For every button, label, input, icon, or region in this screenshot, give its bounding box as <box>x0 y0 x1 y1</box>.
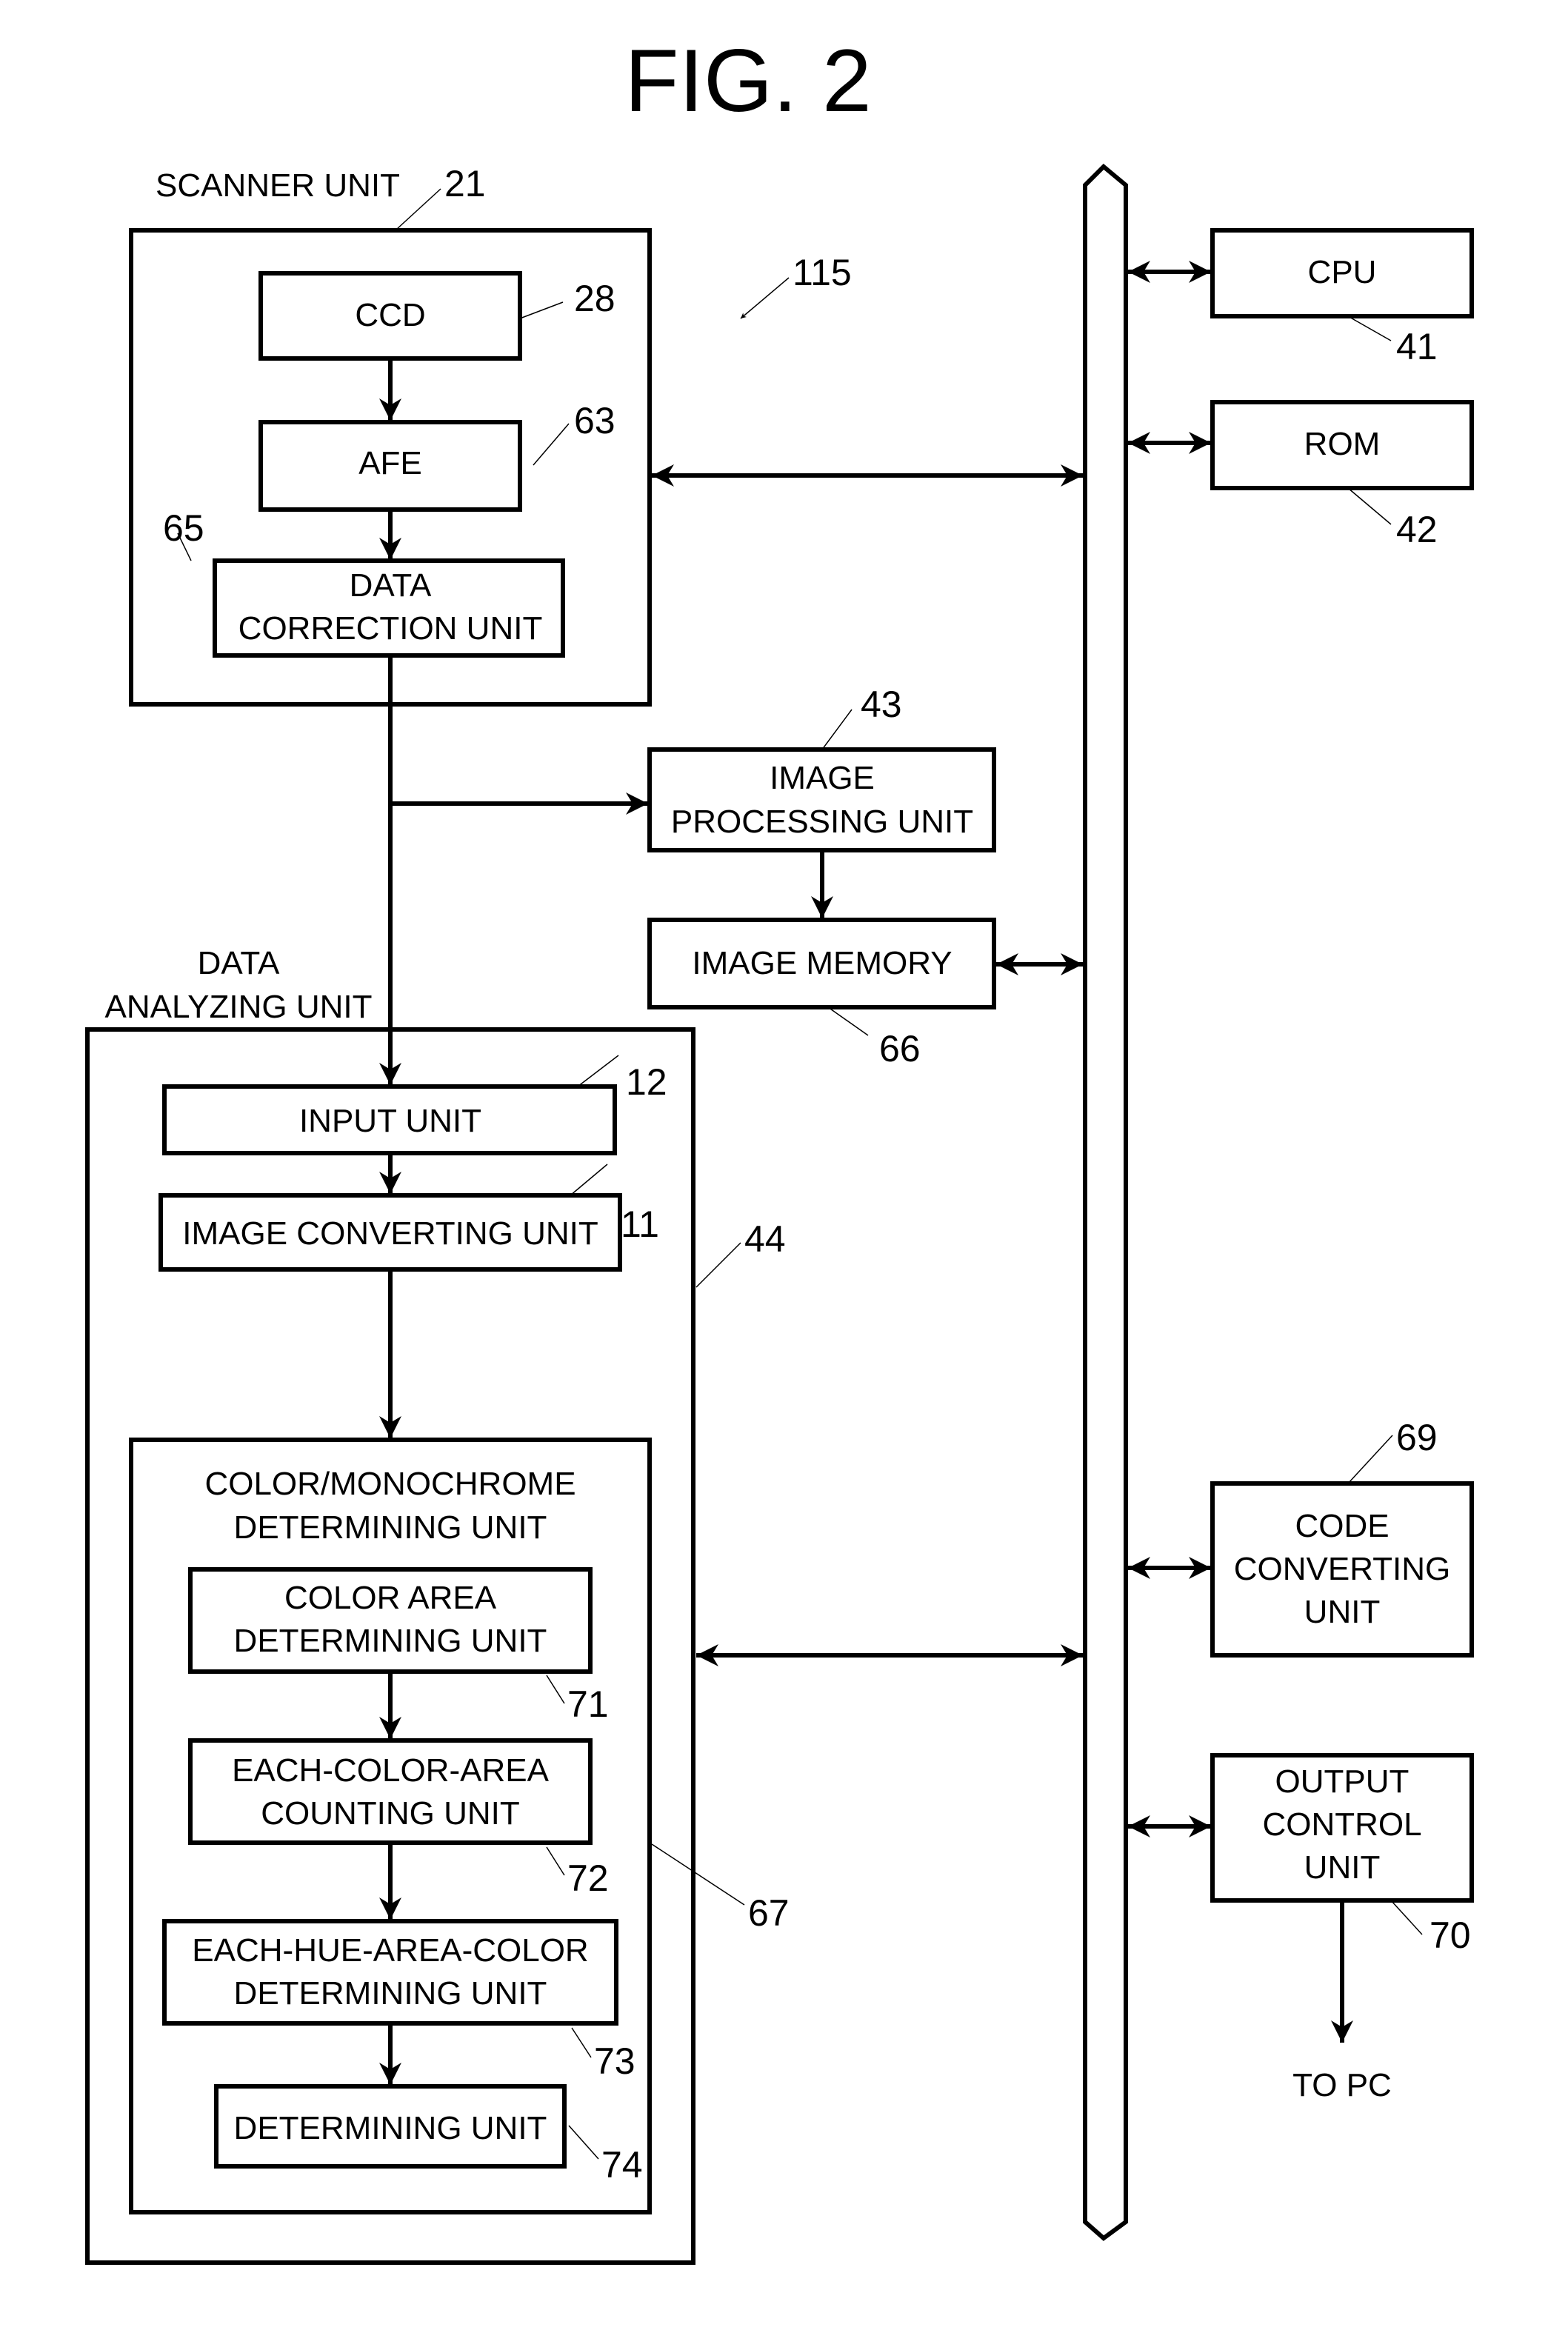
ref-74-leader <box>568 2125 599 2160</box>
image-processing-label-1: IMAGE <box>770 760 875 796</box>
ref-21: 21 <box>444 163 486 204</box>
ref-63: 63 <box>574 400 615 441</box>
ref-66-leader <box>827 1007 869 1036</box>
ref-73: 73 <box>594 2040 635 2082</box>
ref-115-arrow <box>740 277 790 319</box>
ref-43-leader <box>821 709 853 750</box>
ref-42-leader <box>1347 487 1392 525</box>
ref-66: 66 <box>879 1028 921 1069</box>
ref-12: 12 <box>626 1061 667 1103</box>
ref-69: 69 <box>1396 1417 1438 1458</box>
color-mono-label-2: DETERMINING UNIT <box>234 1509 547 1546</box>
ref-41: 41 <box>1396 326 1438 367</box>
color-area-label-1: COLOR AREA <box>284 1580 497 1616</box>
each-color-area-label-1: EACH-COLOR-AREA <box>232 1752 549 1789</box>
ref-70-leader <box>1390 1900 1423 1935</box>
color-area-label-2: DETERMINING UNIT <box>234 1623 547 1659</box>
ref-71: 71 <box>567 1683 609 1725</box>
ref-41-leader <box>1347 316 1392 341</box>
ref-72: 72 <box>567 1857 609 1899</box>
each-hue-area-label-1: EACH-HUE-AREA-COLOR <box>192 1932 588 1969</box>
color-mono-label-1: COLOR/MONOCHROME <box>204 1466 576 1502</box>
ref-42: 42 <box>1396 509 1438 550</box>
ref-73-leader <box>571 2027 592 2058</box>
ref-43: 43 <box>861 684 902 725</box>
ref-28: 28 <box>574 278 615 319</box>
block-diagram: FIG. 2 115 SCANNER UNIT 21 CCD 28 AFE 63… <box>85 31 1474 2265</box>
ref-63-leader <box>533 423 570 466</box>
output-control-label-2: CONTROL <box>1262 1806 1421 1843</box>
ref-12-leader <box>577 1055 619 1087</box>
ref-21-leader <box>396 188 441 230</box>
rom-label: ROM <box>1304 426 1381 462</box>
ref-67: 67 <box>748 1892 790 1934</box>
code-converting-label-2: CONVERTING <box>1234 1551 1451 1587</box>
ref-72-leader <box>546 1846 565 1876</box>
afe-label: AFE <box>358 445 422 481</box>
output-control-label-3: UNIT <box>1304 1849 1381 1886</box>
system-bus <box>1083 163 1128 2241</box>
ref-69-leader <box>1347 1435 1393 1484</box>
ccd-label: CCD <box>355 297 425 333</box>
to-pc-label: TO PC <box>1292 2067 1392 2103</box>
data-correction-label-1: DATA <box>350 567 432 604</box>
cpu-label: CPU <box>1308 254 1377 290</box>
ref-115: 115 <box>793 252 852 293</box>
determining-label: DETERMINING UNIT <box>234 2110 547 2146</box>
each-hue-area-label-2: DETERMINING UNIT <box>234 1975 547 2012</box>
data-correction-label-2: CORRECTION UNIT <box>238 610 543 647</box>
data-analyzing-label-2: ANALYZING UNIT <box>104 989 372 1025</box>
data-analyzing-label-1: DATA <box>198 945 280 981</box>
input-unit-label: INPUT UNIT <box>299 1103 481 1139</box>
image-converting-label: IMAGE CONVERTING UNIT <box>182 1215 598 1252</box>
ref-11-leader <box>570 1164 608 1196</box>
image-memory-label: IMAGE MEMORY <box>692 945 952 981</box>
output-control-label-1: OUTPUT <box>1275 1763 1409 1800</box>
ref-70: 70 <box>1429 1915 1471 1956</box>
ref-67-leader <box>651 1843 745 1906</box>
each-color-area-label-2: COUNTING UNIT <box>261 1795 520 1832</box>
scanner-unit-label: SCANNER UNIT <box>156 167 400 204</box>
ref-71-leader <box>546 1675 565 1704</box>
ref-11: 11 <box>621 1204 659 1245</box>
ref-65: 65 <box>163 507 204 549</box>
ref-44: 44 <box>744 1218 786 1260</box>
ref-44-leader <box>695 1242 741 1288</box>
code-converting-label-1: CODE <box>1295 1508 1389 1544</box>
code-converting-label-3: UNIT <box>1304 1594 1381 1630</box>
figure-title: FIG. 2 <box>624 31 871 130</box>
ref-28-leader <box>519 301 564 319</box>
ref-74: 74 <box>601 2144 643 2186</box>
image-processing-label-2: PROCESSING UNIT <box>671 804 973 840</box>
